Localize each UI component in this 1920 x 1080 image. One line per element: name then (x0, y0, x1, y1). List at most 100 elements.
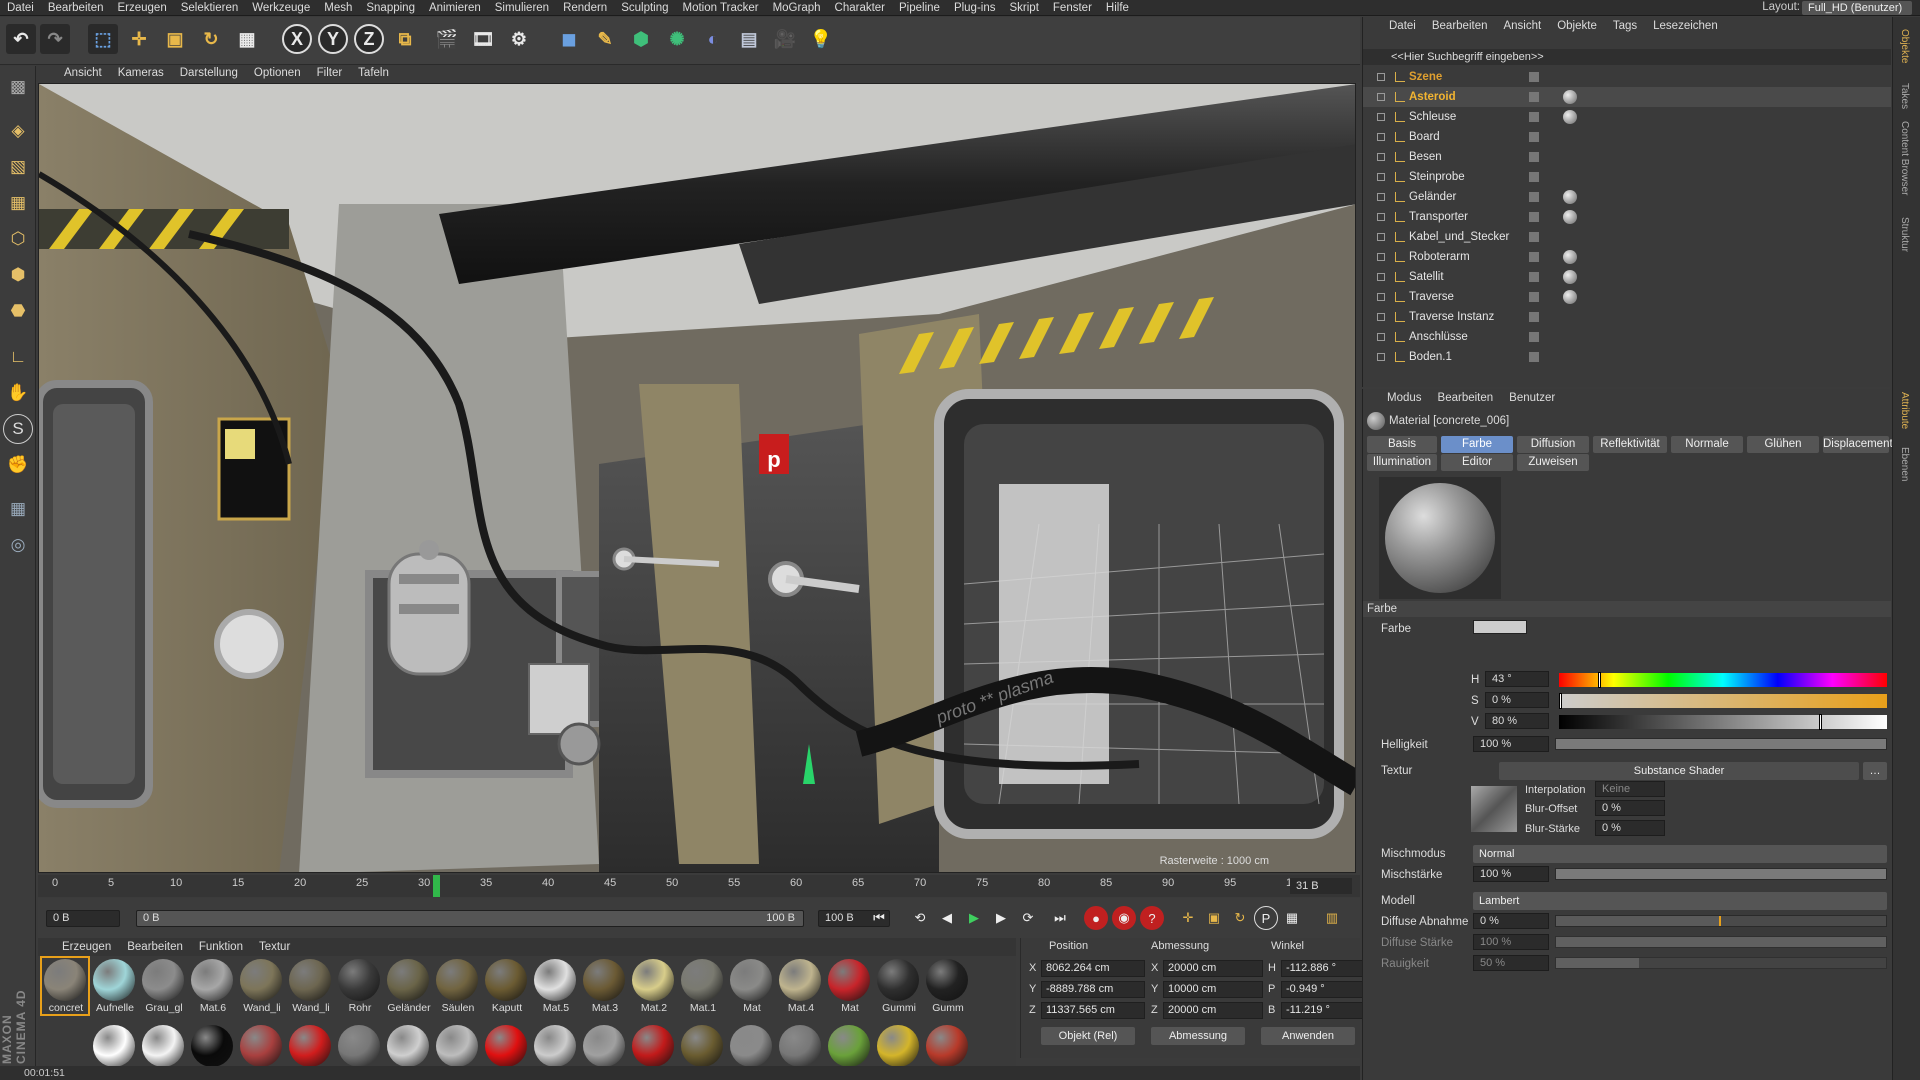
make-editable-icon[interactable]: ▩ (3, 72, 33, 102)
textur-shader-button[interactable]: Substance Shader (1499, 762, 1859, 780)
interpolation-select[interactable]: Keine (1595, 781, 1665, 797)
object-row[interactable]: Szene (1363, 67, 1891, 87)
saturation-slider[interactable] (1559, 693, 1887, 709)
recent-tools-icon[interactable]: ▦ (232, 24, 262, 54)
am-menu-benutzer[interactable]: Benutzer (1501, 389, 1563, 407)
menu-plug-ins[interactable]: Plug-ins (947, 1, 1003, 16)
strip-tab-struktur[interactable]: Struktur (1899, 217, 1910, 252)
visibility-toggle-icon[interactable] (1529, 72, 1539, 82)
tab-displacement[interactable]: Displacement (1823, 436, 1893, 453)
move-tool-icon[interactable]: ✛ (124, 24, 154, 54)
expand-icon[interactable] (1377, 153, 1385, 161)
strip-tab-ebenen[interactable]: Ebenen (1899, 447, 1910, 481)
am-menu-bearbeiten[interactable]: Bearbeiten (1430, 389, 1502, 407)
object-row[interactable]: Anschlüsse (1363, 327, 1891, 347)
scale-tool-icon[interactable]: ▣ (160, 24, 190, 54)
material-swatch[interactable]: Mat.6 (189, 958, 235, 1014)
diffuse-abnahme-field[interactable]: 0 % (1473, 913, 1549, 929)
tab-basis[interactable]: Basis (1367, 436, 1437, 453)
material-swatch[interactable]: Mat (826, 958, 872, 1014)
expand-icon[interactable] (1377, 333, 1385, 341)
key-pla-icon[interactable]: ▦ (1280, 906, 1304, 930)
redo-icon[interactable]: ↷ (40, 24, 70, 54)
pos-y-field[interactable]: -8889.788 cm (1041, 981, 1145, 998)
expand-icon[interactable] (1377, 273, 1385, 281)
menu-skript[interactable]: Skript (1003, 1, 1046, 16)
texture-mode-icon[interactable]: ▧ (3, 152, 33, 182)
pen-icon[interactable]: ✎ (590, 24, 620, 54)
tab-editor[interactable]: Editor (1441, 454, 1513, 471)
visibility-toggle-icon[interactable] (1529, 192, 1539, 202)
menu-simulieren[interactable]: Simulieren (488, 1, 556, 16)
timeline-window-icon[interactable]: ▥ (1320, 906, 1344, 930)
menu-erzeugen[interactable]: Erzeugen (110, 1, 173, 16)
menu-motion-tracker[interactable]: Motion Tracker (676, 1, 766, 16)
tab-reflektivitaet[interactable]: Reflektivität (1593, 436, 1667, 453)
apply-button[interactable]: Anwenden (1261, 1027, 1355, 1045)
timeline-ruler[interactable]: 0510152025303540455055606570758085909510… (38, 875, 1360, 897)
diffuse-abnahme-slider[interactable] (1555, 915, 1887, 927)
material-menu-erzeugen[interactable]: Erzeugen (54, 938, 119, 956)
menu-charakter[interactable]: Charakter (828, 1, 893, 16)
goto-start-icon[interactable]: ⏮ (867, 906, 891, 930)
value-slider[interactable] (1559, 714, 1887, 730)
viewport-menu-tafeln[interactable]: Tafeln (350, 65, 397, 82)
menu-fenster[interactable]: Fenster (1046, 1, 1099, 16)
object-row[interactable]: Traverse Instanz (1363, 307, 1891, 327)
object-row[interactable]: Boden.1 (1363, 347, 1891, 367)
material-swatch[interactable]: Mat (728, 958, 774, 1014)
expand-icon[interactable] (1377, 93, 1385, 101)
textur-more-button[interactable]: … (1863, 762, 1887, 780)
helligkeit-field[interactable]: 100 % (1473, 736, 1549, 752)
tab-gluehen[interactable]: Glühen (1747, 436, 1819, 453)
rot-p-field[interactable]: -0.949 ° (1281, 981, 1373, 998)
material-tag-icon[interactable] (1563, 110, 1577, 124)
object-row[interactable]: Traverse (1363, 287, 1891, 307)
rotate-tool-icon[interactable]: ↻ (196, 24, 226, 54)
expand-icon[interactable] (1377, 293, 1385, 301)
menu-pipeline[interactable]: Pipeline (892, 1, 947, 16)
diffuse-staerke-field[interactable]: 100 % (1473, 934, 1549, 950)
visibility-toggle-icon[interactable] (1529, 252, 1539, 262)
size-z-field[interactable]: 20000 cm (1163, 1002, 1263, 1019)
object-row[interactable]: Transporter (1363, 207, 1891, 227)
tab-normale[interactable]: Normale (1671, 436, 1743, 453)
diffuse-staerke-slider[interactable] (1555, 936, 1887, 948)
render-settings-icon[interactable]: ⚙ (504, 24, 534, 54)
om-menu-bearbeiten[interactable]: Bearbeiten (1424, 17, 1496, 35)
next-frame-icon[interactable]: ▶ (989, 906, 1013, 930)
viewport-menu-kameras[interactable]: Kameras (110, 65, 172, 82)
light-icon[interactable]: 💡 (806, 24, 836, 54)
viewport-menu-ansicht[interactable]: Ansicht (56, 65, 110, 82)
material-swatch[interactable]: Wand_li (238, 958, 284, 1014)
material-tag-icon[interactable] (1563, 270, 1577, 284)
coord-mode-select[interactable]: Objekt (Rel) (1041, 1027, 1135, 1045)
subdivision-icon[interactable]: ⬢ (626, 24, 656, 54)
deformer-icon[interactable]: ◐ (698, 24, 728, 54)
visibility-toggle-icon[interactable] (1529, 112, 1539, 122)
frame-range-slider[interactable]: 0 B 100 B (136, 910, 804, 927)
strip-tab-objekte[interactable]: Objekte (1899, 29, 1910, 63)
tab-diffusion[interactable]: Diffusion (1517, 436, 1589, 453)
material-swatch[interactable]: Rohr (336, 958, 382, 1014)
material-swatch[interactable]: Aufnelle (91, 958, 137, 1014)
material-swatch[interactable]: Mat.1 (679, 958, 725, 1014)
menu-snapping[interactable]: Snapping (359, 1, 422, 16)
material-swatch[interactable]: Wand_li (287, 958, 333, 1014)
material-swatch[interactable]: concret (40, 956, 90, 1016)
material-swatch[interactable]: Kaputt (483, 958, 529, 1014)
visibility-toggle-icon[interactable] (1529, 152, 1539, 162)
hue-slider[interactable] (1559, 672, 1887, 688)
menu-bearbeiten[interactable]: Bearbeiten (41, 1, 111, 16)
expand-icon[interactable] (1377, 173, 1385, 181)
pos-z-field[interactable]: 11337.565 cm (1041, 1002, 1145, 1019)
next-key-icon[interactable]: ⟳ (1016, 906, 1040, 930)
points-mode-icon[interactable]: ⬡ (3, 224, 33, 254)
model-mode-icon[interactable]: ◈ (3, 116, 33, 146)
visibility-toggle-icon[interactable] (1529, 132, 1539, 142)
rot-b-field[interactable]: -11.219 ° (1281, 1002, 1373, 1019)
polygons-mode-icon[interactable]: ⬣ (3, 296, 33, 326)
mischmodus-select[interactable]: Normal (1473, 845, 1887, 863)
select-tool-icon[interactable]: ⬚ (88, 24, 118, 54)
key-rotation-icon[interactable]: ↻ (1228, 906, 1252, 930)
